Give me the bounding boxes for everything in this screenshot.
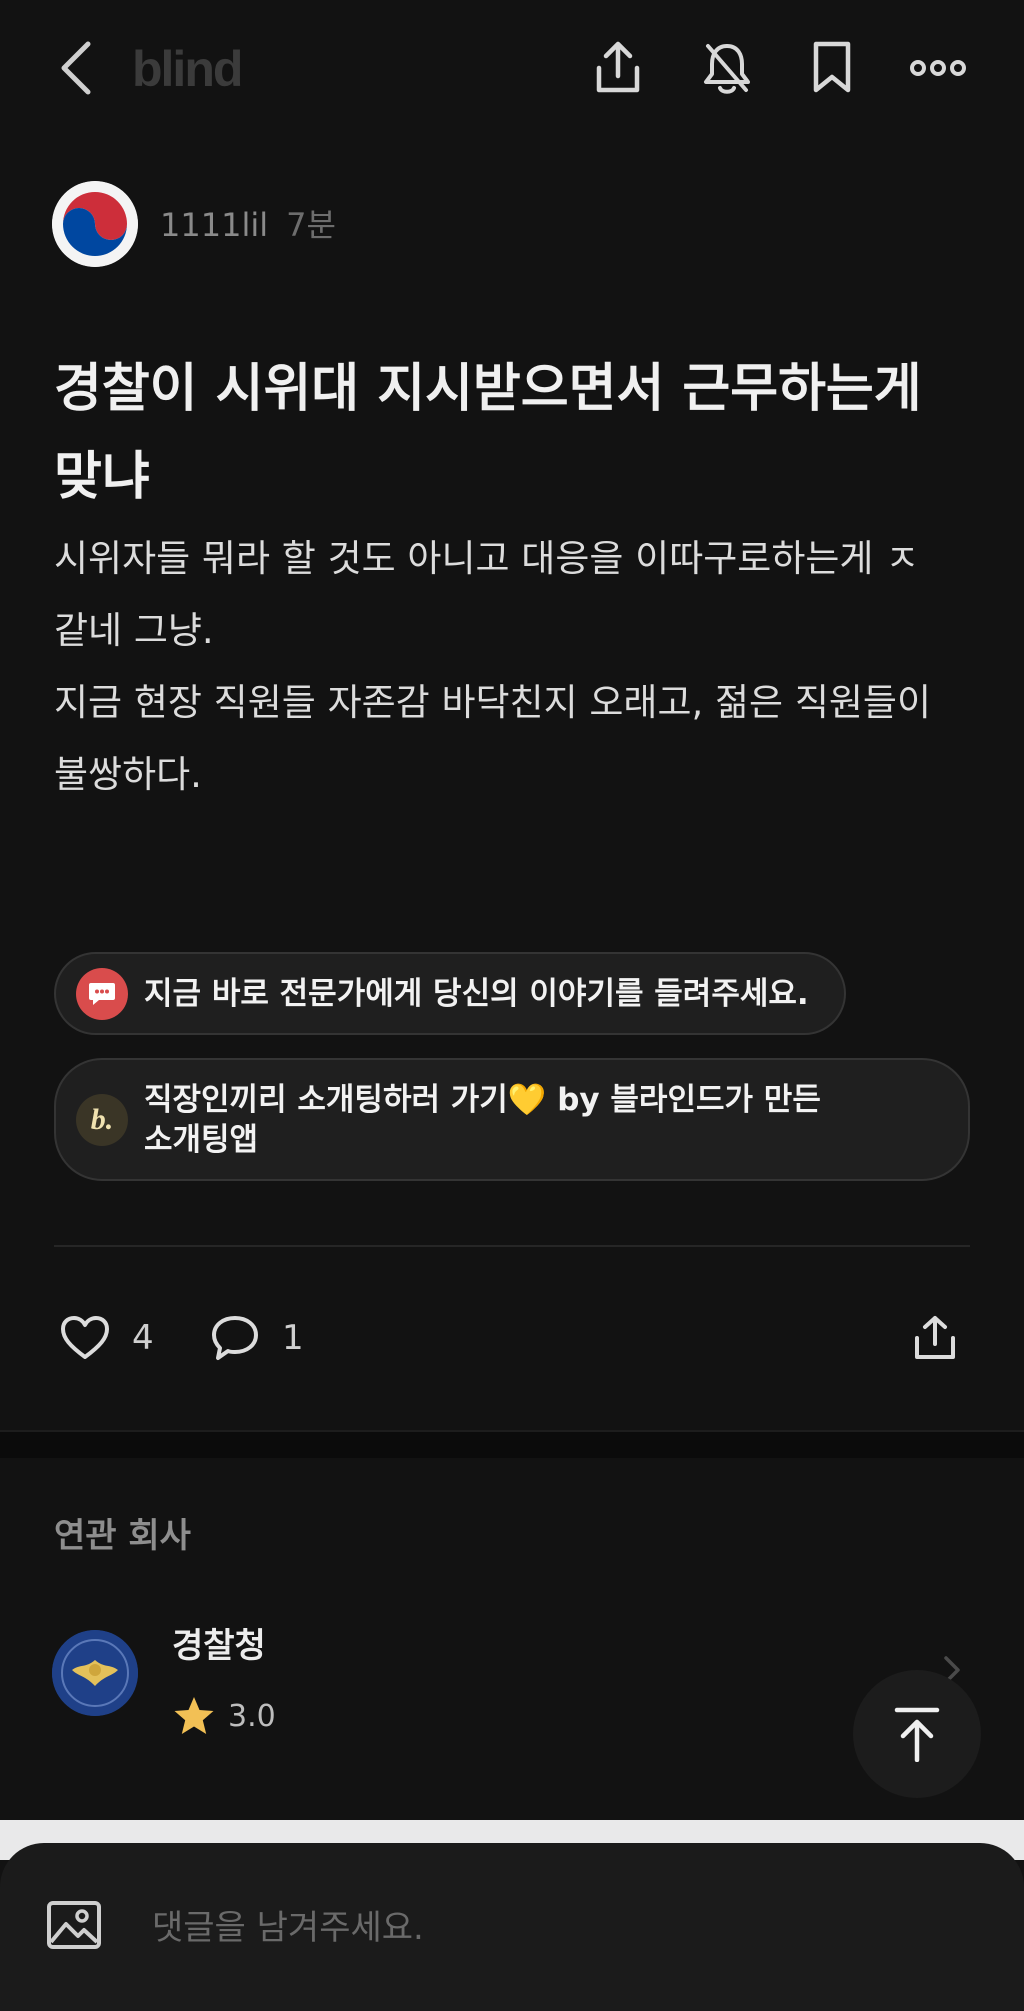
more-icon: [910, 60, 966, 76]
company-name[interactable]: 경찰청: [172, 1618, 266, 1667]
share-icon: [915, 1316, 955, 1359]
author-name[interactable]: 1111lil: [160, 206, 268, 244]
company-logo[interactable]: [52, 1630, 138, 1716]
arrow-up-to-top-icon: [894, 1707, 940, 1762]
banner-text: 지금 바로 전문가에게 당신의 이야기를 들려주세요.: [144, 975, 809, 1012]
bookmark-icon: [813, 41, 851, 93]
back-icon[interactable]: [56, 38, 96, 98]
post-time: 7분: [286, 206, 336, 244]
banner-text: 직장인끼리 소개팅하러 가기💛 by 블라인드가 만든 소개팅앱: [144, 1081, 821, 1158]
section-separator: [0, 1430, 1024, 1458]
share-icon: [596, 41, 640, 93]
scroll-to-top-button[interactable]: [853, 1670, 981, 1798]
expert-consult-banner[interactable]: 지금 바로 전문가에게 당신의 이야기를 들려주세요.: [54, 952, 846, 1035]
author-avatar[interactable]: [52, 181, 138, 267]
comment-button[interactable]: 1: [210, 1310, 304, 1366]
image-icon: [47, 1901, 101, 1949]
police-emblem-icon: [52, 1630, 138, 1716]
share-button[interactable]: [588, 34, 648, 102]
chat-bubble-icon: [76, 967, 128, 1020]
notification-toggle-button[interactable]: [697, 34, 757, 102]
like-button[interactable]: 4: [60, 1310, 154, 1366]
heart-icon: [61, 1316, 109, 1359]
share-post-button[interactable]: [912, 1310, 980, 1366]
bookmark-button[interactable]: [802, 34, 862, 102]
comment-count: 1: [282, 1318, 304, 1358]
taegeuk-avatar-icon: [52, 181, 138, 267]
blind-dating-banner[interactable]: b. 직장인끼리 소개팅하러 가기💛 by 블라인드가 만든 소개팅앱: [54, 1058, 970, 1181]
post-title: 경찰이 시위대 지시받으면서 근무하는게 맞냐: [54, 359, 922, 507]
comment-input[interactable]: [150, 1902, 854, 1954]
rating-value: 3.0: [228, 1698, 276, 1734]
notification-off-icon: [704, 44, 750, 94]
company-rating: 3.0: [172, 1695, 276, 1737]
post-body: 시위자들 뭐라 할 것도 아니고 대응을 이따구로하는게 ㅈ 같네 그냥. 지금…: [54, 537, 932, 796]
post-meta: 1111lil 7분: [160, 200, 336, 246]
divider: [54, 1245, 970, 1247]
more-button[interactable]: [908, 34, 968, 102]
b-logo-icon: b.: [76, 1093, 128, 1146]
app-logo: blind: [132, 41, 243, 97]
related-company-heading: 연관 회사: [54, 1516, 191, 1556]
like-count: 4: [132, 1318, 154, 1358]
comment-icon: [212, 1316, 258, 1360]
image-attach-button[interactable]: [46, 1900, 102, 1954]
star-icon: [174, 1697, 214, 1734]
